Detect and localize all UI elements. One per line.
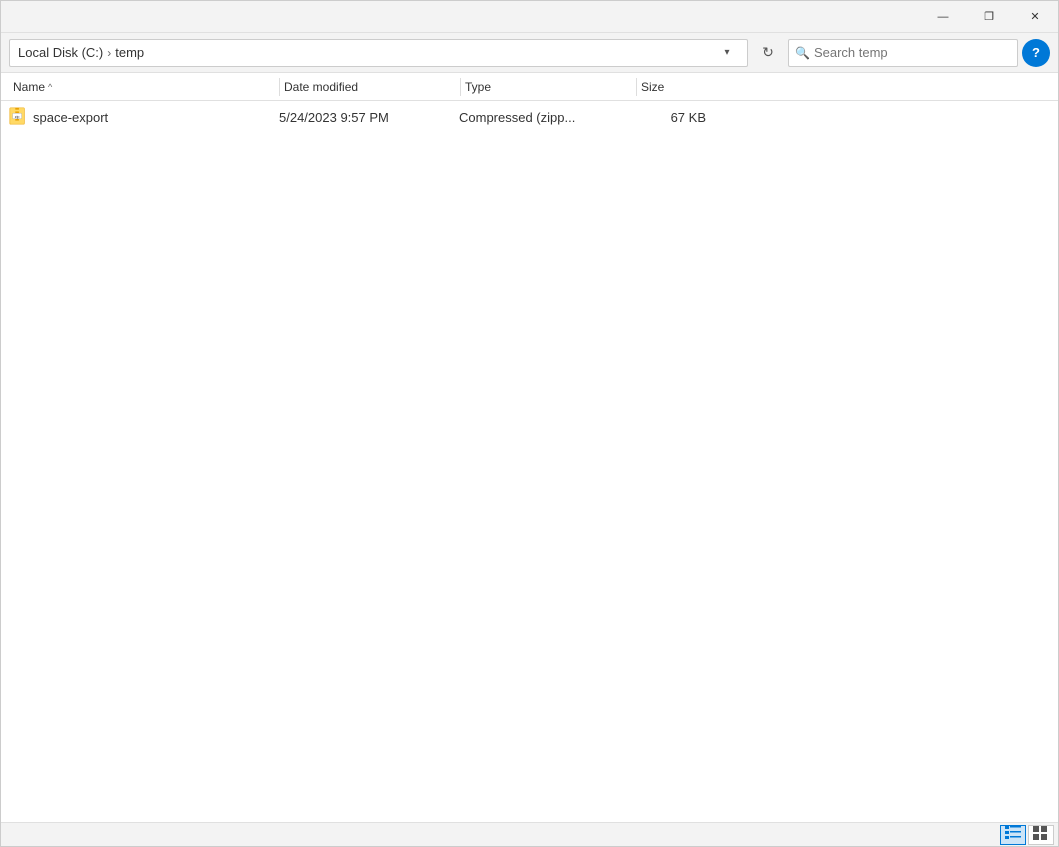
view-details-icon: [1005, 826, 1021, 843]
breadcrumb: Local Disk (C:) › temp: [18, 45, 715, 60]
drive-label: Local Disk (C:): [18, 45, 103, 60]
zip-file-icon: zip: [9, 106, 27, 129]
file-type: Compressed (zipp...: [459, 110, 634, 125]
column-header-date[interactable]: Date modified: [280, 73, 460, 100]
help-button[interactable]: ?: [1022, 39, 1050, 67]
address-bar-row: Local Disk (C:) › temp ▾ ↻ 🔍 ?: [1, 33, 1058, 73]
status-bar: [1, 822, 1058, 846]
file-date: 5/24/2023 9:57 PM: [279, 110, 459, 125]
view-large-icon: [1033, 826, 1049, 843]
file-size: 67 KB: [634, 110, 714, 125]
address-dropdown-button[interactable]: ▾: [715, 39, 739, 67]
file-list: zip space-export 5/24/2023 9:57 PM Compr…: [1, 101, 1058, 822]
address-bar[interactable]: Local Disk (C:) › temp ▾: [9, 39, 748, 67]
title-bar: — ❐ ✕: [1, 1, 1058, 33]
column-header-name[interactable]: Name ^: [9, 73, 279, 100]
search-input[interactable]: [814, 45, 1011, 60]
file-explorer-window: — ❐ ✕ Local Disk (C:) › temp ▾ ↻ 🔍 ? Nam…: [0, 0, 1059, 847]
file-name-cell: zip space-export: [9, 106, 279, 129]
maximize-button[interactable]: ❐: [966, 1, 1012, 33]
sort-arrow-name: ^: [48, 82, 52, 92]
view-large-icons-button[interactable]: [1028, 825, 1054, 845]
breadcrumb-separator: ›: [107, 46, 111, 60]
search-icon: 🔍: [795, 46, 810, 60]
refresh-button[interactable]: ↻: [752, 39, 784, 67]
close-button[interactable]: ✕: [1012, 1, 1058, 33]
svg-text:zip: zip: [15, 114, 20, 118]
search-box: 🔍: [788, 39, 1018, 67]
column-header-size[interactable]: Size: [637, 73, 717, 100]
column-header-type[interactable]: Type: [461, 73, 636, 100]
window-controls: — ❐ ✕: [920, 1, 1058, 33]
column-headers: Name ^ Date modified Type Size: [1, 73, 1058, 101]
view-details-button[interactable]: [1000, 825, 1026, 845]
folder-label: temp: [115, 45, 144, 60]
minimize-button[interactable]: —: [920, 1, 966, 33]
file-name: space-export: [33, 110, 108, 125]
table-row[interactable]: zip space-export 5/24/2023 9:57 PM Compr…: [9, 103, 1058, 131]
